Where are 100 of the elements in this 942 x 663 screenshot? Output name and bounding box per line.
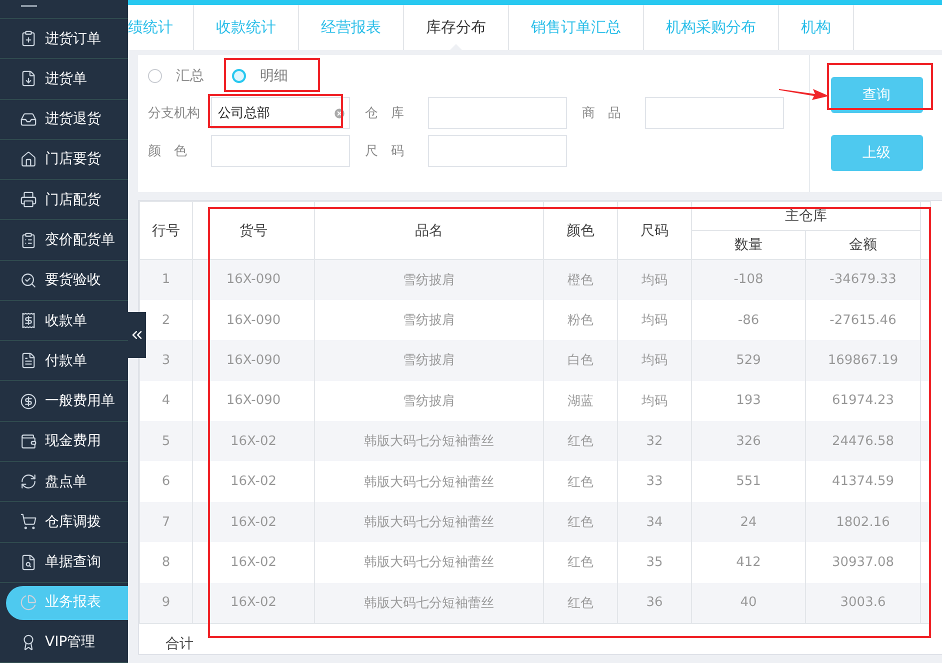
table-cell: 1 [140, 260, 192, 300]
table-cell: 红色 [544, 542, 618, 583]
table-cell: 551 [692, 461, 806, 502]
table-cell: 16X-02 [192, 421, 314, 462]
field-label: 尺 码 [365, 143, 405, 160]
sidebar-item[interactable]: 要货验收 [0, 260, 128, 301]
pie-chart-icon [20, 594, 37, 611]
cart-icon [20, 513, 37, 530]
sidebar-item[interactable]: 一般费用单 [0, 381, 128, 422]
table-cell: 湖蓝 [544, 380, 618, 422]
clipboard-icon [20, 232, 37, 248]
sidebar-item[interactable]: 进货退货 [0, 100, 128, 140]
table-cell: 16X-02 [192, 542, 314, 583]
table-cell: 雪纺披肩 [314, 340, 544, 381]
table-cell: 16X-02 [192, 582, 314, 624]
table-cell: 韩版大码七分短袖蕾丝 [314, 421, 544, 462]
column-group-header: 主仓库 [692, 202, 920, 230]
table-cell: -108 [692, 260, 806, 300]
table-cell: 24 [692, 502, 806, 542]
radio-label: 汇总 [176, 67, 204, 85]
refresh-icon [20, 473, 37, 490]
table-cell: 6 [140, 461, 192, 502]
table-cell: -86 [692, 300, 806, 340]
table-cell: 30937.08 [806, 542, 920, 583]
field-label: 仓 库 [365, 105, 405, 122]
table-cell: 均码 [618, 300, 692, 340]
input-field[interactable] [428, 97, 567, 129]
table-cell: -27615.46 [806, 300, 920, 340]
table-cell: 326 [692, 421, 806, 462]
table-cell: 41374.59 [806, 461, 920, 502]
table-cell: 529 [692, 340, 806, 381]
search-icon [20, 554, 37, 571]
sidebar-item[interactable]: 门店要货 [0, 140, 128, 180]
table-cell: 35 [618, 542, 692, 583]
sidebar-item[interactable]: 变价配货单 [0, 220, 128, 261]
sidebar-item[interactable]: 门店配货 [0, 180, 128, 220]
sidebar-item[interactable]: 现金费用 [0, 422, 128, 462]
table-cell: 1802.16 [806, 502, 920, 542]
table-cell: 3003.6 [806, 582, 920, 624]
coin-icon [20, 392, 37, 410]
table-cell: 韩版大码七分短袖蕾丝 [314, 502, 544, 542]
table-cell: 均码 [618, 380, 692, 422]
table-cell: 193 [692, 380, 806, 422]
table-cell: 白色 [544, 340, 618, 381]
table-cell: 红色 [544, 421, 618, 462]
sidebar-item[interactable]: 仓库调拨 [0, 502, 128, 543]
table-cell: 16X-090 [192, 260, 314, 300]
field-label: 商 品 [582, 105, 622, 122]
table-cell: 412 [692, 542, 806, 583]
table-cell: 33 [618, 461, 692, 502]
sidebar-item[interactable]: 单据查询 [0, 542, 128, 583]
table-cell: 红色 [544, 461, 618, 502]
table-cell: 雪纺披肩 [314, 260, 544, 300]
table-cell: 韩版大码七分短袖蕾丝 [314, 542, 544, 583]
table-cell: 4 [140, 380, 192, 422]
radio-button[interactable] [232, 69, 246, 83]
table-cell: 雪纺披肩 [314, 380, 544, 422]
table-cell: 169867.19 [806, 340, 920, 381]
table-cell: 5 [140, 421, 192, 462]
sidebar-item[interactable]: 盘点单 [0, 462, 128, 502]
table-cell: 16X-090 [192, 340, 314, 381]
input-field[interactable]: 公司总部 [211, 97, 350, 129]
input-field[interactable] [428, 135, 567, 167]
table-cell: 24476.58 [806, 421, 920, 462]
input-field[interactable] [645, 97, 784, 129]
table-cell: 8 [140, 542, 192, 583]
table-cell: 韩版大码七分短袖蕾丝 [314, 582, 544, 624]
field-label: 颜 色 [148, 143, 188, 160]
house-icon [20, 150, 37, 168]
table-cell: 16X-02 [192, 461, 314, 502]
sidebar-item[interactable]: 付款单 [0, 341, 128, 382]
table-cell: 3 [140, 340, 192, 381]
input-field[interactable] [211, 135, 350, 167]
table-cell: 红色 [544, 582, 618, 624]
table-cell: 16X-02 [192, 502, 314, 542]
column-header: 行号 [140, 202, 192, 260]
table-cell: 雪纺披肩 [314, 300, 544, 340]
table-cell: 16X-090 [192, 300, 314, 340]
table-cell: -34679.33 [806, 260, 920, 300]
table-cell: 32 [618, 421, 692, 462]
table-cell: 粉色 [544, 300, 618, 340]
total-label: 合计 [166, 636, 194, 652]
table-cell: 61974.23 [806, 380, 920, 422]
table-cell: 9 [140, 582, 192, 624]
table-cell: 韩版大码七分短袖蕾丝 [314, 461, 544, 502]
table-cell: 红色 [544, 502, 618, 542]
table-cell: 40 [692, 582, 806, 624]
radio-label: 明细 [260, 67, 288, 85]
table-cell: 36 [618, 582, 692, 624]
radio-button[interactable] [148, 69, 162, 83]
sidebar-item[interactable]: VIP管理 [0, 622, 128, 663]
table-cell: 均码 [618, 260, 692, 300]
field-label: 分支机构 [148, 105, 201, 122]
sidebar-item[interactable]: 进货单 [0, 59, 128, 100]
printer-icon [20, 191, 37, 208]
search-icon [20, 272, 37, 289]
tray-icon [20, 110, 37, 128]
table-cell: 均码 [618, 340, 692, 381]
collapse-button[interactable] [128, 312, 146, 358]
document-icon [20, 70, 37, 88]
